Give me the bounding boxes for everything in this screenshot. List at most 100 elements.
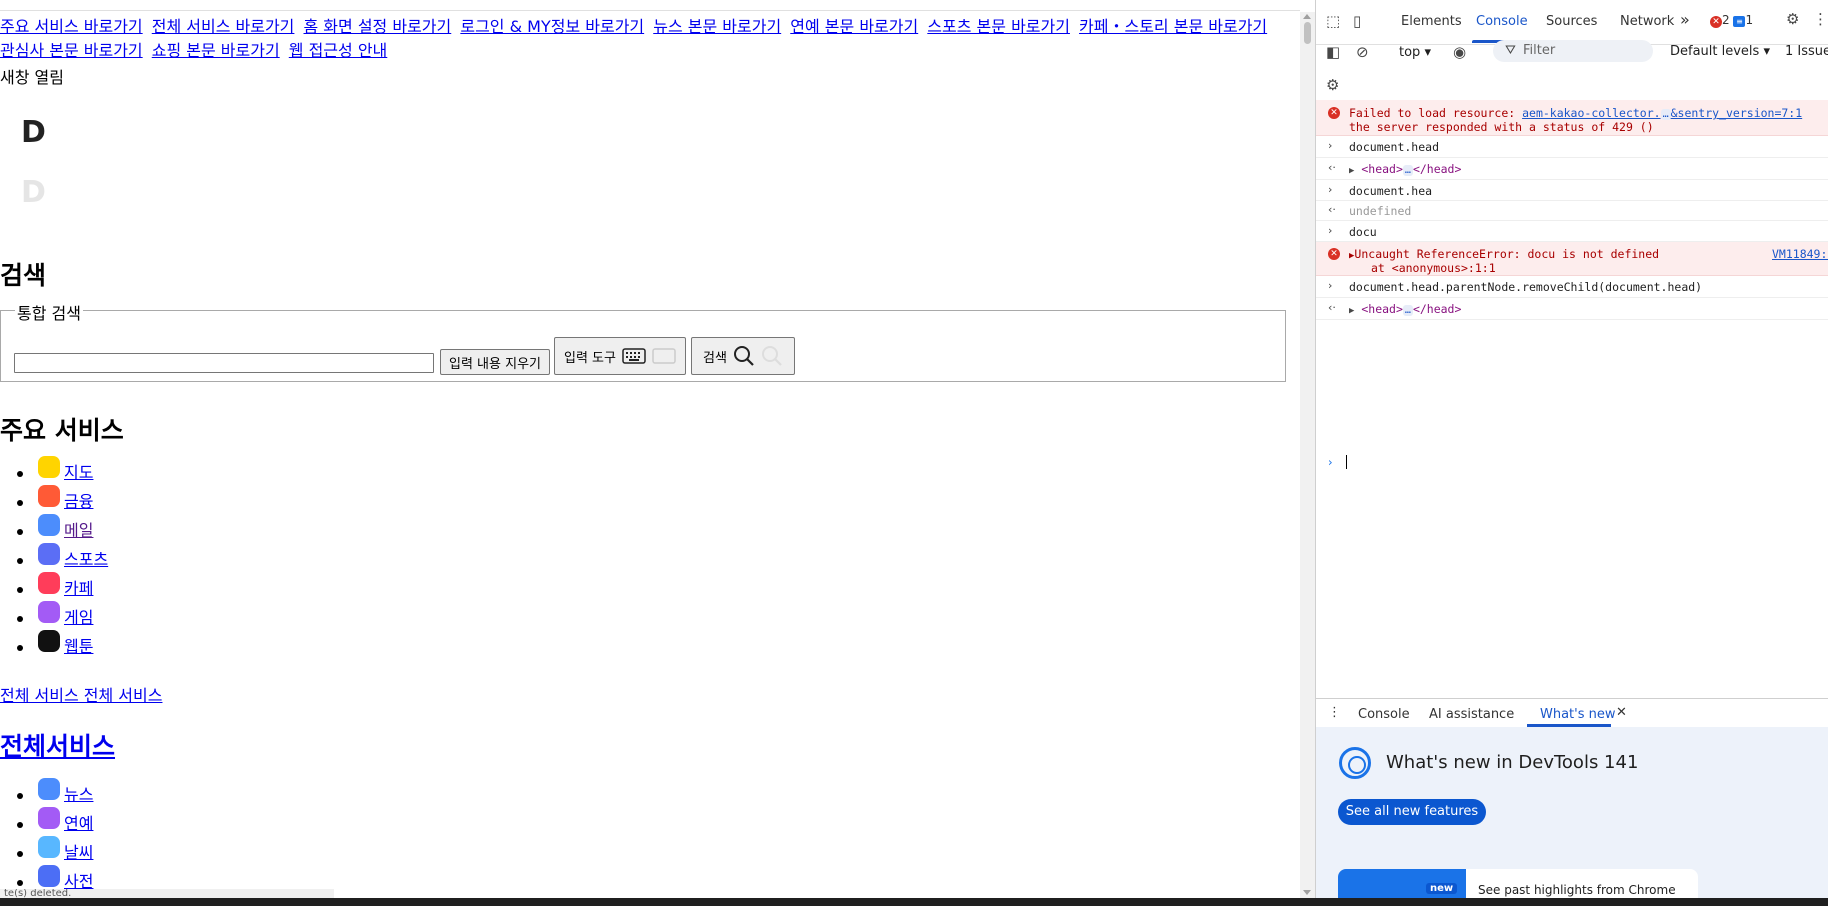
eye-icon[interactable]: ◉	[1453, 43, 1466, 61]
drawer-menu-icon[interactable]: ⋮	[1328, 705, 1341, 720]
service-link[interactable]: 웹툰	[38, 630, 93, 656]
gear-icon[interactable]: ⚙	[1786, 10, 1799, 28]
highlights-card[interactable]: new See past highlights from Chrome 140	[1338, 869, 1698, 898]
search-input[interactable]	[14, 353, 434, 373]
console-settings-gear-icon[interactable]: ⚙	[1326, 76, 1339, 94]
skip-link[interactable]: 뉴스 본문 바로가기	[653, 17, 781, 36]
issues-button[interactable]: 1 Issue:	[1785, 44, 1828, 59]
service-item: 연예	[0, 807, 93, 838]
clear-input-button[interactable]: 입력 내용 지우기	[440, 349, 550, 375]
filter-input[interactable]: ⛛ Filter	[1493, 40, 1653, 62]
service-link[interactable]: 카페	[38, 572, 94, 598]
service-label: 게임	[64, 608, 94, 627]
console-input: docu	[1349, 225, 1377, 239]
service-link[interactable]: 메일	[38, 514, 93, 540]
ellipsis-badge[interactable]: …	[1402, 165, 1413, 176]
log-levels-dropdown[interactable]: Default levels ▾	[1670, 44, 1770, 59]
drawer-tab-whats-new[interactable]: What's new	[1540, 707, 1616, 722]
console-input-row: › document.head.parentNode.removeChild(d…	[1316, 276, 1828, 298]
ellipsis-badge[interactable]: …	[1660, 109, 1671, 120]
kebab-menu-icon[interactable]: ⋮	[1813, 10, 1828, 28]
service-link[interactable]: 연예	[38, 807, 93, 833]
scroll-down-icon[interactable]	[1303, 890, 1311, 895]
tab-console[interactable]: Console	[1476, 14, 1528, 29]
drawer-tabbar: ⋮ Console AI assistance What's new ✕	[1316, 698, 1828, 728]
console-error-row: ✕ ▶Uncaught ReferenceError: docu is not …	[1316, 242, 1828, 276]
skip-link[interactable]: 관심사 본문 바로가기	[0, 41, 143, 60]
service-item: 게임	[0, 601, 108, 632]
output-arrow-icon: ‹·	[1328, 203, 1336, 216]
console-output-row: ‹· undefined	[1316, 201, 1828, 221]
inspect-element-icon[interactable]: ⬚	[1326, 12, 1340, 30]
skip-link[interactable]: 주요 서비스 바로가기	[0, 17, 143, 36]
clear-input-label: 입력 내용 지우기	[449, 356, 541, 372]
service-link[interactable]: 스포츠	[38, 543, 108, 569]
scroll-up-icon[interactable]	[1303, 14, 1311, 19]
skip-navigation: 주요 서비스 바로가기 전체 서비스 바로가기 홈 화면 설정 바로가기 로그인…	[0, 15, 1290, 62]
filter-placeholder: Filter	[1523, 43, 1556, 58]
service-item: 금융	[0, 485, 108, 516]
service-link[interactable]: 지도	[38, 456, 93, 482]
clear-console-icon[interactable]: ⊘	[1356, 43, 1369, 61]
all-services-heading-link[interactable]: 전체서비스	[0, 732, 115, 761]
see-all-features-button[interactable]: See all new features	[1338, 799, 1486, 825]
message-count: 1	[1745, 13, 1754, 27]
error-counter[interactable]: ✕ 2 ≡ 1	[1710, 13, 1753, 28]
skip-link[interactable]: 스포츠 본문 바로가기	[927, 17, 1070, 36]
input-tool-button[interactable]: 입력 도구	[554, 337, 686, 375]
drawer-tab-ai-assistance[interactable]: AI assistance	[1429, 707, 1514, 722]
service-label: 뉴스	[64, 785, 94, 804]
skip-link[interactable]: 연예 본문 바로가기	[790, 17, 918, 36]
resource-link-tail[interactable]: &sentry_version=7:1	[1671, 106, 1803, 120]
daum-logo[interactable]: D	[21, 118, 46, 148]
skip-link[interactable]: 전체 서비스 바로가기	[152, 17, 295, 36]
all-services-list: 뉴스 연예 날씨 사전	[0, 778, 94, 896]
skip-link[interactable]: 카페・스토리 본문 바로가기	[1079, 17, 1267, 36]
console-settings-row: ⚙	[1316, 68, 1828, 101]
resource-link[interactable]: aem-kakao-collector.	[1522, 106, 1660, 120]
error-icon: ✕	[1328, 248, 1340, 260]
skip-link[interactable]: 홈 화면 설정 바로가기	[304, 17, 452, 36]
search-button[interactable]: 검색	[691, 337, 795, 375]
service-link[interactable]: 금융	[38, 485, 93, 511]
skip-link[interactable]: 로그인 & MY정보 바로가기	[460, 17, 644, 36]
service-link[interactable]: 뉴스	[38, 778, 94, 804]
drawer-tab-console[interactable]: Console	[1358, 707, 1410, 722]
map-pin-icon	[38, 456, 60, 478]
console-caret[interactable]	[1346, 455, 1347, 469]
tab-sources[interactable]: Sources	[1546, 14, 1597, 29]
search-legend: 통합 검색	[15, 300, 83, 324]
source-link[interactable]: VM11849:1	[1772, 247, 1828, 261]
search-heading: 검색	[0, 261, 47, 290]
all-services-heading: 전체서비스	[0, 727, 115, 763]
device-toolbar-icon[interactable]: ▯	[1353, 12, 1361, 30]
service-item: 웹툰	[0, 630, 108, 661]
page-top-edge	[0, 0, 1300, 11]
head-node[interactable]: ▶ <head>… </head>	[1349, 302, 1461, 316]
sidebar-toggle-icon[interactable]: ◧	[1326, 43, 1340, 61]
page-scrollbar[interactable]	[1300, 12, 1315, 898]
close-icon[interactable]: ✕	[1616, 705, 1627, 720]
head-close-tag: </head>	[1412, 162, 1462, 176]
error-message[interactable]: ▶Uncaught ReferenceError: docu is not de…	[1349, 247, 1659, 261]
sports-icon	[38, 543, 60, 565]
service-label: 카페	[64, 579, 94, 598]
skip-link[interactable]: 쇼핑 본문 바로가기	[152, 41, 280, 60]
context-select[interactable]: top ▾	[1399, 45, 1431, 60]
service-link[interactable]: 게임	[38, 601, 94, 627]
skip-link[interactable]: 웹 접근성 안내	[289, 41, 388, 60]
scrollbar-thumb[interactable]	[1304, 22, 1311, 44]
head-node[interactable]: ▶ <head>… </head>	[1349, 162, 1461, 176]
devtools-panel: ⬚ ▯ Elements Console Sources Network » ✕…	[1315, 0, 1828, 898]
more-tabs-icon[interactable]: »	[1680, 10, 1690, 29]
all-services-link[interactable]: 전체 서비스 전체 서비스	[0, 682, 162, 706]
context-value: top	[1399, 45, 1421, 60]
cafe-icon	[38, 572, 60, 594]
search-icon-faded	[761, 346, 782, 366]
service-link[interactable]: 날씨	[38, 836, 93, 862]
tab-elements[interactable]: Elements	[1401, 14, 1462, 29]
ellipsis-badge[interactable]: …	[1402, 305, 1413, 316]
console-input: document.hea	[1349, 184, 1433, 198]
service-item: 지도	[0, 456, 108, 487]
tab-network[interactable]: Network	[1620, 14, 1674, 29]
